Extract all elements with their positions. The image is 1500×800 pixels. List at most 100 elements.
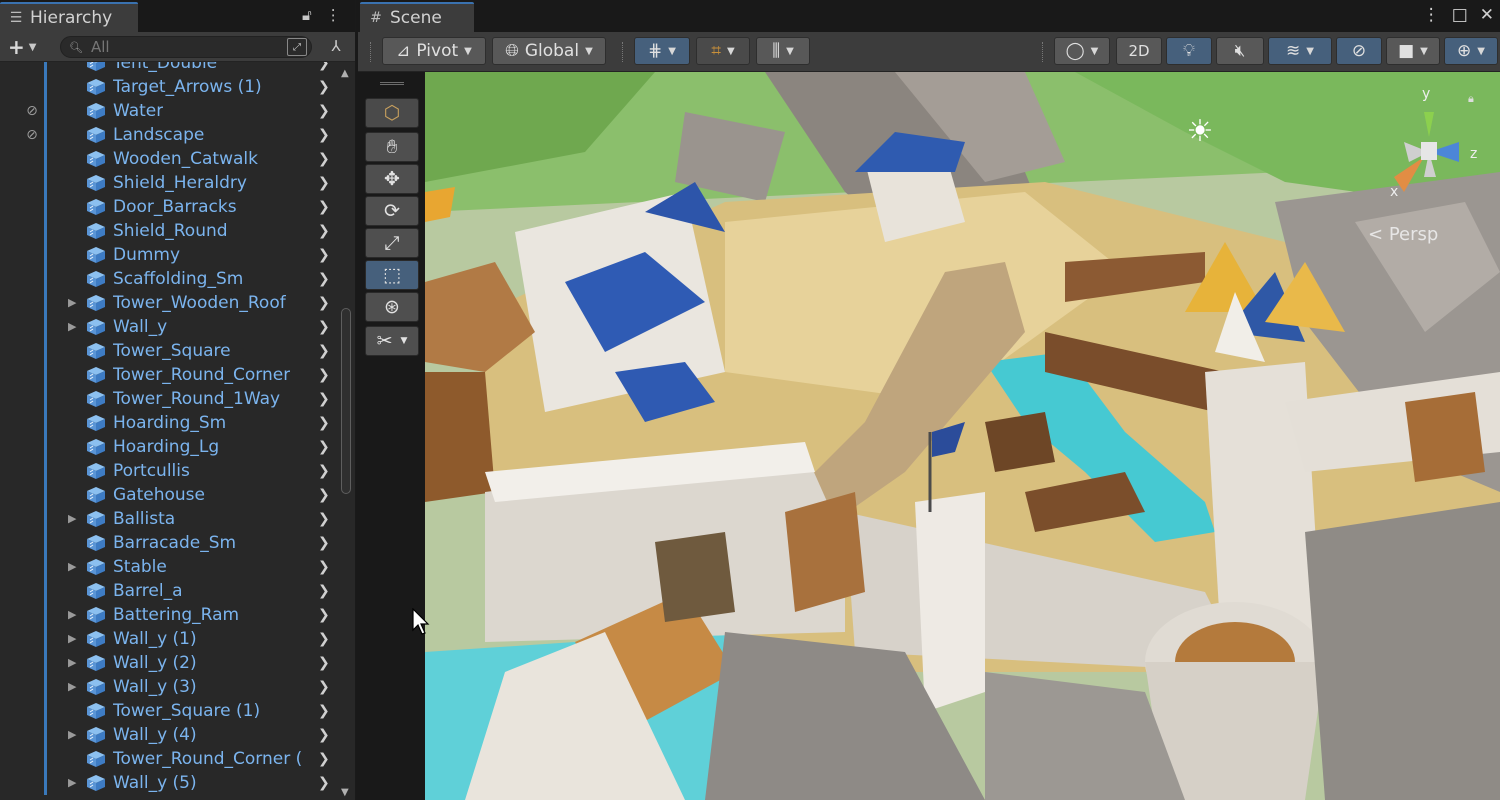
hierarchy-row[interactable]: Portcullis ❯ xyxy=(0,459,338,483)
hierarchy-row[interactable]: ▶ Wall_y (2) ❯ xyxy=(0,651,338,675)
increment-snap-dropdown[interactable]: ⫼ ▼ xyxy=(756,37,810,65)
hierarchy-scrollbar[interactable]: ▲ ▼ xyxy=(338,62,355,800)
hierarchy-row[interactable]: ⊘ Landscape ❯ xyxy=(0,123,338,147)
expand-chevron-icon[interactable]: ▶ xyxy=(68,627,80,651)
open-prefab-arrow-icon[interactable]: ❯ xyxy=(318,603,330,627)
hierarchy-row[interactable]: Tent_Double ❯ xyxy=(0,62,338,75)
search-mode-icon[interactable]: ⤢ xyxy=(287,38,307,56)
open-prefab-arrow-icon[interactable]: ❯ xyxy=(318,339,330,363)
open-prefab-arrow-icon[interactable]: ❯ xyxy=(318,627,330,651)
grid-snap-toggle[interactable]: ⋕ ▼ xyxy=(634,37,690,65)
hierarchy-row[interactable]: Dummy ❯ xyxy=(0,243,338,267)
move-tool-button[interactable]: ✥ xyxy=(365,164,419,194)
transform-tool-button[interactable]: ⊛ xyxy=(365,292,419,322)
expand-chevron-icon[interactable]: ▶ xyxy=(68,771,80,795)
audio-toggle[interactable]: 🔇︎ xyxy=(1216,37,1264,65)
hierarchy-row[interactable]: ▶ Stable ❯ xyxy=(0,555,338,579)
hierarchy-row[interactable]: Target_Arrows (1) ❯ xyxy=(0,75,338,99)
hierarchy-row[interactable]: Door_Barracks ❯ xyxy=(0,195,338,219)
expand-chevron-icon[interactable]: ▶ xyxy=(68,291,80,315)
open-prefab-arrow-icon[interactable]: ❯ xyxy=(318,723,330,747)
gizmos-dropdown[interactable]: ⊕ ▼ xyxy=(1444,37,1498,65)
open-prefab-arrow-icon[interactable]: ❯ xyxy=(318,243,330,267)
expand-chevron-icon[interactable]: ▶ xyxy=(68,555,80,579)
hierarchy-row[interactable]: ▶ Tower_Wooden_Roof ❯ xyxy=(0,291,338,315)
snap-increment-toggle[interactable]: ⌗ ▼ xyxy=(696,37,750,65)
open-prefab-arrow-icon[interactable]: ❯ xyxy=(318,459,330,483)
expand-chevron-icon[interactable]: ▶ xyxy=(68,315,80,339)
open-prefab-arrow-icon[interactable]: ❯ xyxy=(318,699,330,723)
open-prefab-arrow-icon[interactable]: ❯ xyxy=(318,75,330,99)
open-prefab-arrow-icon[interactable]: ❯ xyxy=(318,483,330,507)
expand-chevron-icon[interactable]: ▶ xyxy=(68,675,80,699)
scroll-down-icon[interactable]: ▼ xyxy=(341,787,349,798)
draw-mode-dropdown[interactable]: ◯ ▼ xyxy=(1054,37,1110,65)
drag-handle[interactable] xyxy=(380,82,404,85)
open-prefab-arrow-icon[interactable]: ❯ xyxy=(318,363,330,387)
open-prefab-arrow-icon[interactable]: ❯ xyxy=(318,579,330,603)
expand-chevron-icon[interactable]: ▶ xyxy=(68,507,80,531)
more-options-icon[interactable]: ⋮ xyxy=(326,6,341,24)
lock-icon[interactable]: 🔓︎ xyxy=(302,6,312,24)
hierarchy-row[interactable]: ▶ Wall_y (5) ❯ xyxy=(0,771,338,795)
pivot-dropdown[interactable]: ⊿ Pivot ▼ xyxy=(382,37,486,65)
open-prefab-arrow-icon[interactable]: ❯ xyxy=(318,531,330,555)
hierarchy-row[interactable]: Tower_Round_1Way ❯ xyxy=(0,387,338,411)
rect-tool-button[interactable]: ⬚ xyxy=(365,260,419,290)
open-prefab-arrow-icon[interactable]: ❯ xyxy=(318,771,330,795)
expand-chevron-icon[interactable]: ▶ xyxy=(68,723,80,747)
effects-dropdown[interactable]: ≋ ▼ xyxy=(1268,37,1332,65)
hand-tool-button[interactable]: ✋︎ xyxy=(365,132,419,162)
hierarchy-row[interactable]: ▶ Wall_y (4) ❯ xyxy=(0,723,338,747)
hierarchy-row[interactable]: Tower_Square (1) ❯ xyxy=(0,699,338,723)
open-prefab-arrow-icon[interactable]: ❯ xyxy=(318,555,330,579)
open-prefab-arrow-icon[interactable]: ❯ xyxy=(318,651,330,675)
hierarchy-row[interactable]: Gatehouse ❯ xyxy=(0,483,338,507)
hierarchy-row[interactable]: Tower_Round_Corner ❯ xyxy=(0,363,338,387)
open-prefab-arrow-icon[interactable]: ❯ xyxy=(318,267,330,291)
expand-chevron-icon[interactable]: ▶ xyxy=(68,603,80,627)
hierarchy-row[interactable]: Scaffolding_Sm ❯ xyxy=(0,267,338,291)
open-prefab-arrow-icon[interactable]: ❯ xyxy=(318,411,330,435)
search-field[interactable]: 🔍︎ ⤢ xyxy=(60,36,312,58)
global-dropdown[interactable]: 🌐︎ Global ▼ xyxy=(492,37,606,65)
tab-scene[interactable]: # Scene xyxy=(360,2,474,32)
search-input[interactable] xyxy=(90,38,271,56)
lighting-toggle[interactable]: 💡︎ xyxy=(1166,37,1212,65)
scene-visibility-toggle-icon[interactable]: ⅄ xyxy=(325,37,347,57)
open-prefab-arrow-icon[interactable]: ❯ xyxy=(318,747,330,771)
expand-chevron-icon[interactable]: ▶ xyxy=(68,651,80,675)
hierarchy-row[interactable]: Tower_Square ❯ xyxy=(0,339,338,363)
hierarchy-row[interactable]: ▶ Wall_y ❯ xyxy=(0,315,338,339)
hierarchy-row[interactable]: Barrel_a ❯ xyxy=(0,579,338,603)
hierarchy-row[interactable]: Barracade_Sm ❯ xyxy=(0,531,338,555)
close-icon[interactable]: ✕ xyxy=(1480,5,1494,25)
open-prefab-arrow-icon[interactable]: ❯ xyxy=(318,123,330,147)
hierarchy-row[interactable]: ▶ Battering_Ram ❯ xyxy=(0,603,338,627)
hierarchy-row[interactable]: Hoarding_Sm ❯ xyxy=(0,411,338,435)
camera-dropdown[interactable]: ■ ▼ xyxy=(1386,37,1440,65)
open-prefab-arrow-icon[interactable]: ❯ xyxy=(318,315,330,339)
more-options-icon[interactable]: ⋮ xyxy=(1423,5,1440,25)
create-button[interactable]: + ▼ xyxy=(4,35,44,59)
tab-hierarchy[interactable]: ☰ Hierarchy xyxy=(0,2,138,32)
hierarchy-row[interactable]: Shield_Round ❯ xyxy=(0,219,338,243)
lock-icon[interactable]: 🔒︎ xyxy=(1468,92,1474,106)
orientation-gizmo[interactable]: y x z 🔒︎ < Persp xyxy=(1368,82,1484,245)
scene-viewport[interactable]: ☀ y x z 🔒︎ < Persp xyxy=(425,72,1500,800)
hierarchy-row[interactable]: ⊘ Water ❯ xyxy=(0,99,338,123)
scroll-up-icon[interactable]: ▲ xyxy=(341,68,349,79)
open-prefab-arrow-icon[interactable]: ❯ xyxy=(318,507,330,531)
maximize-icon[interactable]: □ xyxy=(1452,5,1468,25)
open-prefab-arrow-icon[interactable]: ❯ xyxy=(318,62,330,75)
scale-tool-button[interactable]: ⤢ xyxy=(365,228,419,258)
hierarchy-row[interactable]: Shield_Heraldry ❯ xyxy=(0,171,338,195)
hidden-visibility-icon[interactable]: ⊘ xyxy=(22,125,42,145)
open-prefab-arrow-icon[interactable]: ❯ xyxy=(318,171,330,195)
hierarchy-row[interactable]: Tower_Round_Corner (❯ xyxy=(0,747,338,771)
hierarchy-row[interactable]: ▶ Wall_y (1) ❯ xyxy=(0,627,338,651)
open-prefab-arrow-icon[interactable]: ❯ xyxy=(318,435,330,459)
hierarchy-row[interactable]: ▶ Wall_y (3) ❯ xyxy=(0,675,338,699)
view-tool-button[interactable]: ⬡ xyxy=(365,98,419,128)
open-prefab-arrow-icon[interactable]: ❯ xyxy=(318,387,330,411)
